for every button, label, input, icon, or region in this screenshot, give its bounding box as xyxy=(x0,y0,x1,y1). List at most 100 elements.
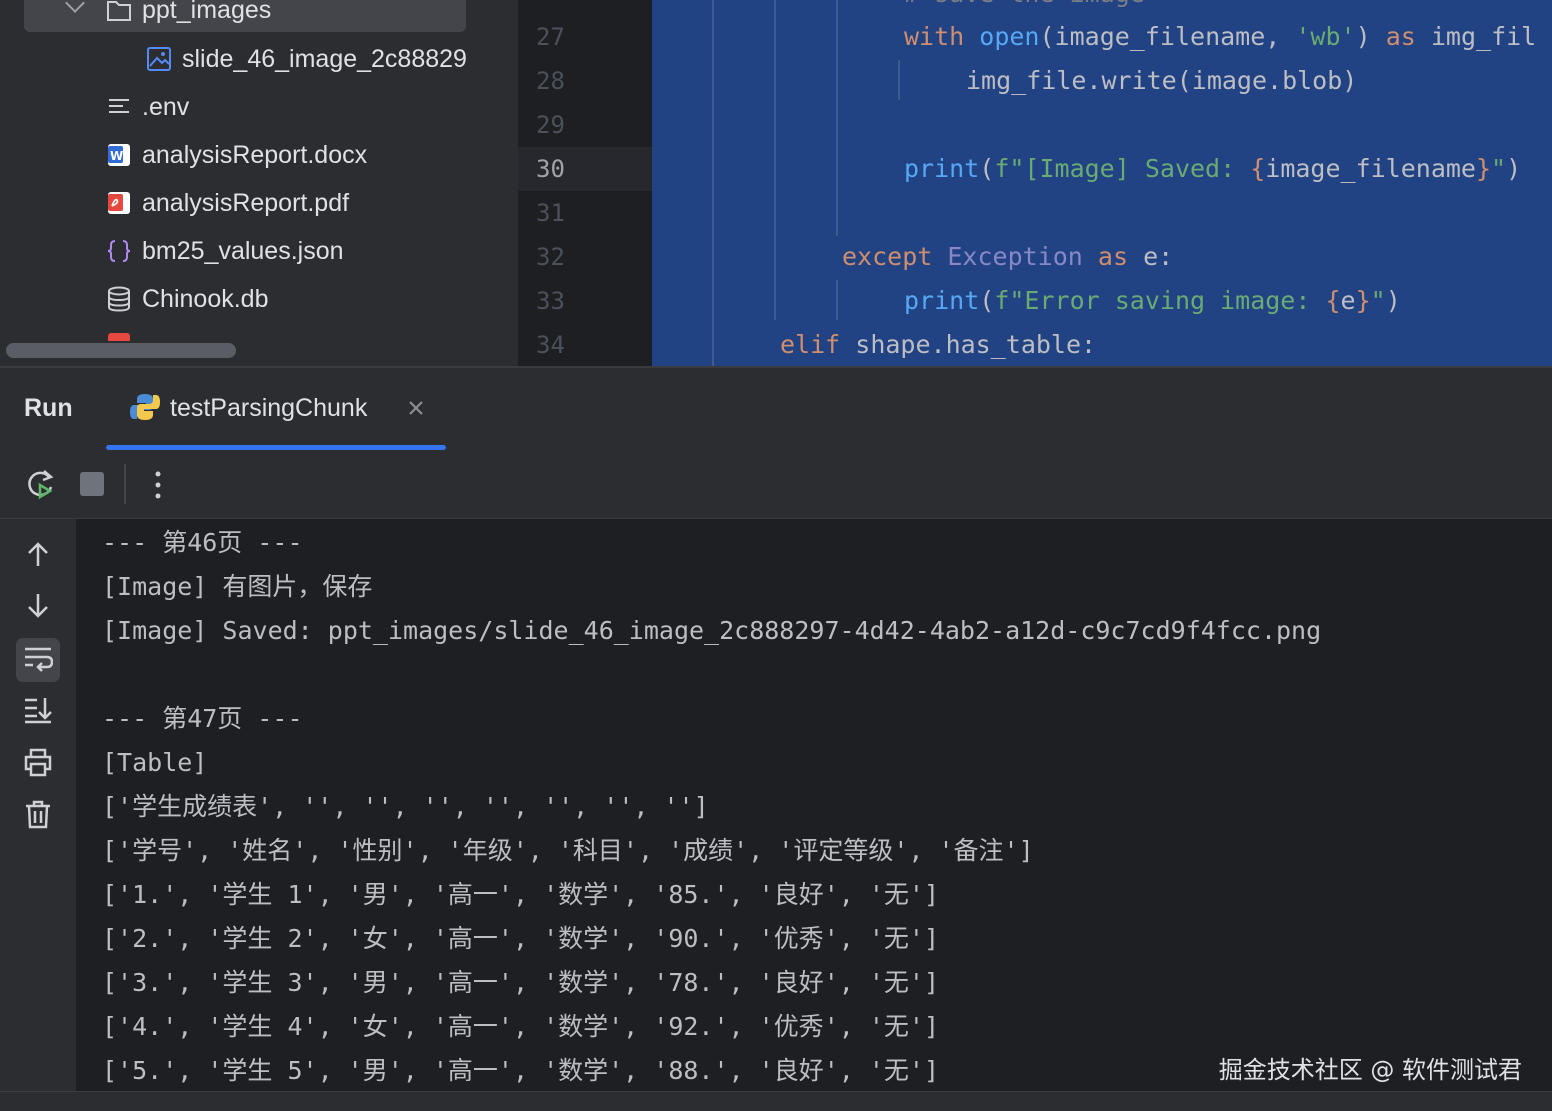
code-token: open xyxy=(979,22,1040,51)
soft-wrap-icon xyxy=(23,644,54,677)
print-button[interactable] xyxy=(16,742,60,786)
code-token: image_filename xyxy=(1265,154,1476,183)
line-number: 29 xyxy=(536,111,565,139)
code-token: 'wb' xyxy=(1295,22,1356,51)
arrow-up-icon xyxy=(24,540,52,573)
run-toolbar xyxy=(0,450,1552,519)
code-token: ( xyxy=(979,286,995,315)
code-token: as xyxy=(1097,242,1129,271)
python-icon xyxy=(130,392,160,427)
console-line: ['学生成绩表', '', '', '', '', '', '', ''] xyxy=(102,792,709,821)
tree-item-ppt-images[interactable]: ppt_images xyxy=(24,0,466,32)
code-token: ( xyxy=(979,154,995,183)
tab-label: testParsingChunk xyxy=(170,394,368,422)
image-file-icon xyxy=(146,46,172,72)
code-token: f"Error saving image: xyxy=(994,286,1326,315)
code-token: img_file.write(image.blob) xyxy=(966,66,1358,95)
console-output[interactable]: --- 第46页 --- [Image] 有图片，保存 [Image] Save… xyxy=(76,519,1552,1091)
indent-guide xyxy=(836,0,838,236)
pdf-file-icon xyxy=(106,190,132,216)
code-token: print xyxy=(904,154,980,183)
project-tree-panel: ppt_images slide_46_image_2c88829 .env W… xyxy=(0,0,518,366)
tree-item-label: slide_46_image_2c88829 xyxy=(182,44,467,73)
line-number: 28 xyxy=(536,67,565,95)
json-file-icon xyxy=(106,238,132,264)
indent-guide xyxy=(898,60,900,100)
code-token: img_fil xyxy=(1415,22,1537,51)
trash-icon xyxy=(24,799,52,834)
code-token: with xyxy=(904,22,965,51)
console-side-toolbar xyxy=(0,519,76,1110)
clear-console-button[interactable] xyxy=(16,794,60,838)
code-line: print(f"[Image] Saved: {image_filename}"… xyxy=(904,147,1521,191)
console-line: ['3.', '学生 3', '男', '高一', '数学', '78.', '… xyxy=(102,968,940,997)
tree-item-label: ppt_images xyxy=(142,0,272,24)
tab-testparsingchunk[interactable]: testParsingChunk xyxy=(106,368,446,450)
code-token: elif xyxy=(780,330,841,359)
status-strip xyxy=(0,1091,1552,1111)
line-number: 33 xyxy=(536,287,565,315)
console-line: ['1.', '学生 1', '男', '高一', '数学', '85.', '… xyxy=(102,880,940,909)
tree-item-json[interactable]: bm25_values.json xyxy=(106,229,344,273)
tree-item-chinook-db[interactable]: Chinook.db xyxy=(106,277,268,321)
code-editor[interactable]: # save the image with open(image_filenam… xyxy=(652,0,1552,366)
code-token: { xyxy=(1250,154,1266,183)
indent-guide xyxy=(836,280,838,320)
code-token: except xyxy=(842,242,933,271)
line-number: 31 xyxy=(536,199,565,227)
rerun-icon[interactable] xyxy=(24,468,58,507)
code-token: as xyxy=(1385,22,1416,51)
more-options-icon[interactable] xyxy=(148,468,168,502)
horizontal-scrollbar[interactable] xyxy=(6,343,236,358)
console-line: ['5.', '学生 5', '男', '高一', '数学', '88.', '… xyxy=(102,1056,940,1085)
code-token: " xyxy=(1491,154,1507,183)
console-line: [Image] Saved: ppt_images/slide_46_image… xyxy=(102,616,1322,645)
code-token: ) xyxy=(1385,286,1401,315)
tree-item-label: analysisReport.docx xyxy=(142,140,368,169)
soft-wrap-button[interactable] xyxy=(16,638,60,682)
code-line: print(f"Error saving image: {e}") xyxy=(904,279,1401,323)
code-token: e: xyxy=(1128,242,1174,271)
tree-item-label: analysisReport.pdf xyxy=(142,188,350,217)
code-token: print xyxy=(904,286,980,315)
code-token: e xyxy=(1340,286,1356,315)
run-tool-window-header: Run testParsingChunk xyxy=(0,368,1552,451)
close-icon[interactable] xyxy=(406,398,426,418)
code-token: " xyxy=(1370,286,1386,315)
toolbar-separator xyxy=(124,464,126,504)
tree-item-slide-image[interactable]: slide_46_image_2c88829 xyxy=(146,37,467,81)
folder-icon xyxy=(106,0,132,23)
chevron-down-icon[interactable] xyxy=(65,0,85,13)
stop-icon[interactable] xyxy=(80,472,104,496)
tree-item-partial xyxy=(106,333,306,341)
tree-item-label: bm25_values.json xyxy=(142,236,344,265)
console-line: [Table] xyxy=(102,748,208,777)
text-file-icon xyxy=(106,94,132,120)
tree-item-label: Chinook.db xyxy=(142,284,269,313)
scroll-up-button[interactable] xyxy=(16,534,60,578)
console-line: [Image] 有图片，保存 xyxy=(102,572,373,601)
scroll-to-end-button[interactable] xyxy=(16,690,60,734)
console-line: --- 第46页 --- xyxy=(102,528,303,557)
word-file-icon: W xyxy=(106,142,132,168)
line-number: 34 xyxy=(536,331,565,359)
run-panel-title: Run xyxy=(24,394,73,422)
code-token: } xyxy=(1355,286,1371,315)
code-token: ) xyxy=(1506,154,1522,183)
tree-item-env[interactable]: .env xyxy=(106,85,189,129)
indent-guide xyxy=(774,0,776,320)
printer-icon xyxy=(23,747,53,782)
console-line: ['学号', '姓名', '性别', '年级', '科目', '成绩', '评定… xyxy=(102,836,1034,865)
scroll-to-end-icon xyxy=(23,696,53,729)
scroll-down-button[interactable] xyxy=(16,586,60,630)
code-token: ) xyxy=(1355,22,1386,51)
code-token: shape.has_table: xyxy=(840,330,1097,359)
code-token: } xyxy=(1475,154,1492,183)
watermark-text: 掘金技术社区 @ 软件测试君 xyxy=(1218,1056,1522,1084)
tree-item-pdf[interactable]: analysisReport.pdf xyxy=(106,181,349,225)
tree-item-docx[interactable]: W analysisReport.docx xyxy=(106,133,367,177)
console-line: ['4.', '学生 4', '女', '高一', '数学', '92.', '… xyxy=(102,1012,940,1041)
